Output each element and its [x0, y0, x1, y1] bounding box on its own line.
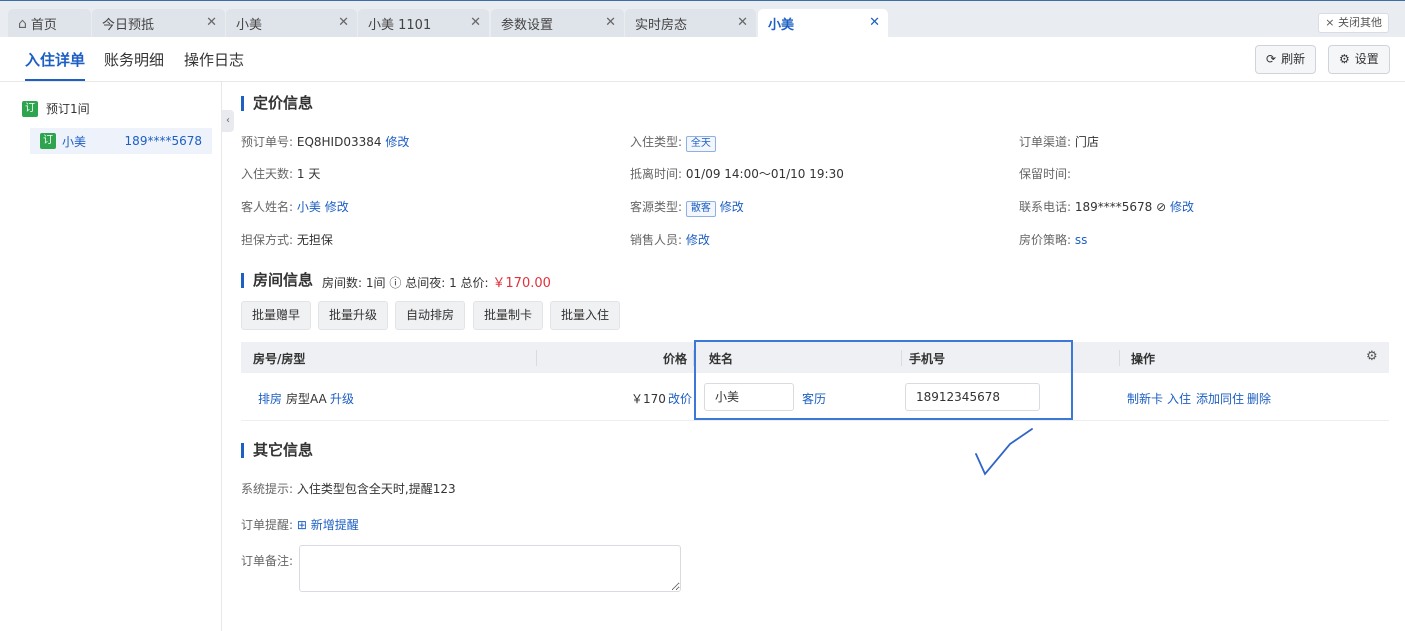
source-row: 客源类型: 散客 修改	[630, 198, 744, 217]
refresh-button[interactable]: ⟳ 刷新	[1255, 45, 1317, 74]
days-row: 入住天数: 1 天	[241, 167, 321, 181]
sub-header: 入住详单 账务明细 操作日志 ⟳ 刷新 ⚙ 设置	[0, 37, 1405, 82]
room-count: 1间	[365, 276, 386, 290]
tab-today-arrivals[interactable]: 今日预抵 ✕	[92, 9, 225, 38]
room-nights: 1	[449, 276, 457, 290]
guarantee-value: 无担保	[296, 233, 333, 247]
close-others-button[interactable]: × 关闭其他	[1318, 13, 1389, 33]
home-icon: ⌂	[18, 15, 27, 32]
tab-checkin-details[interactable]: 入住详单	[25, 49, 86, 81]
tab-operation-log[interactable]: 操作日志	[184, 49, 244, 70]
pricing-section-title: 定价信息	[241, 96, 313, 111]
tab-guest-room[interactable]: 小美 1101 ✕	[358, 9, 489, 38]
system-hint: 入住类型包含全天时,提醒123	[296, 482, 456, 496]
tab-bar: ⌂ 首页 今日预抵 ✕ 小美 ✕ 小美 1101 ✕ 参数设置 ✕ 实时房态 ✕…	[0, 0, 1405, 38]
batch-card-button[interactable]: 批量制卡	[473, 301, 544, 330]
other-section-title: 其它信息	[241, 443, 313, 458]
change-price-link[interactable]: 改价	[668, 390, 692, 407]
room-type: 房型AA	[286, 392, 327, 406]
system-hint-row: 系统提示: 入住类型包含全天时,提醒123	[241, 482, 456, 496]
plus-box-icon: ⊞	[296, 518, 307, 532]
column-divider	[1119, 350, 1120, 366]
checkin-type-tag: 全天	[685, 136, 716, 152]
column-divider	[536, 350, 537, 366]
delete-link[interactable]: 删除	[1247, 390, 1271, 407]
batch-breakfast-button[interactable]: 批量赠早	[241, 301, 312, 330]
col-ops: 操作	[1131, 352, 1156, 366]
col-price: 价格	[663, 352, 688, 366]
booking-badge: 订	[22, 100, 38, 117]
eye-hidden-icon[interactable]: ⊘	[1156, 200, 1166, 214]
channel-value: 门店	[1074, 135, 1099, 149]
edit-phone-link[interactable]: 修改	[1170, 200, 1194, 214]
batch-checkin-button[interactable]: 批量入住	[550, 301, 621, 330]
add-cohabitant-link[interactable]: 添加同住	[1196, 390, 1244, 407]
arrive-row: 抵离时间: 01/09 14:00～01/10 19:30	[630, 167, 844, 181]
auto-assign-button[interactable]: 自动排房	[395, 301, 466, 330]
column-settings-icon[interactable]: ⚙	[1366, 349, 1378, 364]
checkin-link[interactable]: 入住	[1167, 390, 1191, 407]
tab-room-status[interactable]: 实时房态 ✕	[625, 9, 756, 38]
assign-room-link[interactable]: 排房	[258, 390, 282, 407]
tab-guest[interactable]: 小美 ✕	[226, 9, 357, 38]
close-icon[interactable]: ✕	[470, 15, 481, 30]
guest-name[interactable]: 小美	[297, 200, 321, 214]
sidebar-group[interactable]: 订 预订1间	[22, 100, 90, 117]
checkmark-annotation	[975, 428, 1033, 476]
highlight-annotation-box	[694, 340, 1073, 420]
phone-value: 189****5678	[1074, 200, 1153, 214]
rate-policy-link[interactable]: ss	[1075, 233, 1088, 247]
order-no: EQ8HID03384	[296, 135, 382, 149]
room-summary: 房间数: 1间 ⓘ 总间夜: 1 总价: ￥170.00	[322, 276, 551, 291]
sidebar-item-guest[interactable]: 订 小美 189****5678	[30, 128, 212, 154]
tab-guest-active[interactable]: 小美 ✕	[758, 9, 888, 38]
sidebar: 订 预订1间 订 小美 189****5678	[0, 82, 222, 631]
edit-source-link[interactable]: 修改	[720, 200, 744, 214]
batch-upgrade-button[interactable]: 批量升级	[318, 301, 389, 330]
col-room: 房号/房型	[253, 352, 306, 366]
edit-sales-link[interactable]: 修改	[686, 233, 710, 247]
order-no-row: 预订单号: EQ8HID03384 修改	[241, 135, 410, 149]
collapse-sidebar-button[interactable]: ‹	[222, 110, 234, 132]
source-tag: 散客	[685, 201, 716, 217]
close-icon[interactable]: ✕	[206, 15, 217, 30]
edit-guest-link[interactable]: 修改	[325, 200, 349, 214]
edit-order-no-link[interactable]: 修改	[385, 135, 409, 149]
rate-row: 房价策略: ss	[1019, 233, 1088, 247]
arrive-value: 01/09 14:00～01/10 19:30	[685, 167, 844, 181]
room-section-title: 房间信息	[241, 273, 313, 288]
checkin-type-row: 入住类型: 全天	[630, 133, 716, 152]
close-icon[interactable]: ✕	[869, 15, 880, 30]
booking-badge: 订	[40, 133, 56, 149]
close-icon[interactable]: ✕	[605, 15, 616, 30]
tab-billing[interactable]: 账务明细	[104, 49, 164, 70]
order-remark-textarea[interactable]	[299, 545, 681, 592]
room-price: ￥170	[631, 392, 666, 406]
guarantee-row: 担保方式: 无担保	[241, 233, 333, 247]
days-value: 1 天	[296, 167, 321, 181]
sidebar-item-name: 小美	[62, 134, 87, 149]
channel-row: 订单渠道: 门店	[1019, 135, 1099, 149]
close-icon[interactable]: ✕	[737, 15, 748, 30]
phone-row: 联系电话: 189****5678 ⊘ 修改	[1019, 200, 1195, 214]
tab-param-settings[interactable]: 参数设置 ✕	[491, 9, 624, 38]
sidebar-item-phone: 189****5678	[124, 134, 202, 148]
close-icon[interactable]: ✕	[338, 15, 349, 30]
tab-home[interactable]: ⌂ 首页	[8, 9, 91, 38]
upgrade-link[interactable]: 升级	[330, 390, 354, 407]
remark-label: 订单备注:	[241, 554, 294, 568]
sales-row: 销售人员: 修改	[630, 233, 710, 247]
info-icon: ⓘ	[389, 276, 402, 290]
add-reminder-button[interactable]: ⊞ 新增提醒	[297, 518, 359, 532]
gear-icon: ⚙	[1339, 52, 1350, 66]
chevron-left-icon: ‹	[226, 115, 230, 126]
guest-row: 客人姓名: 小美 修改	[241, 200, 349, 214]
new-card-link[interactable]: 制新卡	[1127, 390, 1163, 407]
room-total-price: ￥170.00	[492, 276, 551, 291]
settings-button[interactable]: ⚙ 设置	[1328, 45, 1390, 74]
hold-row: 保留时间:	[1019, 167, 1072, 181]
refresh-icon: ⟳	[1266, 52, 1277, 66]
sidebar-group-label: 预订1间	[46, 102, 90, 116]
reminder-row: 订单提醒: ⊞ 新增提醒	[241, 518, 359, 532]
